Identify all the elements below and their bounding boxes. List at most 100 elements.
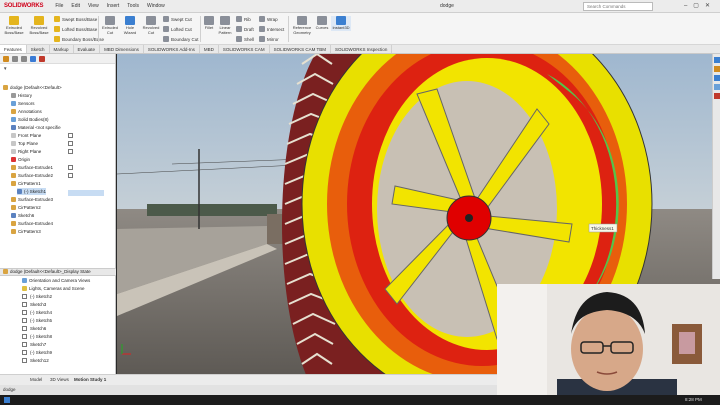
- tree-item-sketch7[interactable]: Sketch7: [30, 341, 46, 348]
- reference-geometry-button[interactable]: Reference Geometry: [290, 16, 314, 35]
- wrap-button[interactable]: Wrap: [259, 16, 278, 22]
- lofted-cut-button[interactable]: Lofted Cut: [163, 26, 192, 32]
- display-checkbox[interactable]: [22, 302, 27, 307]
- tree-item-material[interactable]: Material <not specifie: [11, 124, 61, 131]
- visibility-checkbox[interactable]: [68, 173, 73, 178]
- tree-item-cirpattern3[interactable]: CirPattern3: [11, 228, 41, 235]
- display-checkbox[interactable]: [22, 310, 27, 315]
- tab-model[interactable]: Model: [30, 377, 42, 382]
- boundary-boss-button[interactable]: Boundary Boss/Base: [54, 36, 104, 42]
- tree-item-sensors[interactable]: Sensors: [11, 100, 35, 107]
- view-palette-icon[interactable]: [714, 84, 720, 90]
- swept-cut-button[interactable]: Swept Cut: [163, 16, 192, 22]
- tab-cam-tbm[interactable]: SOLIDWORKS CAM TBM: [270, 45, 332, 53]
- display-checkbox[interactable]: [22, 334, 27, 339]
- tab-features[interactable]: Features: [0, 45, 27, 53]
- display-checkbox[interactable]: [22, 358, 27, 363]
- tab-inspection[interactable]: SOLIDWORKS Inspection: [331, 45, 393, 53]
- display-checkbox[interactable]: [22, 294, 27, 299]
- tab-motion-study[interactable]: Motion Study 1: [74, 377, 106, 382]
- rib-button[interactable]: Rib: [236, 16, 251, 22]
- curves-button[interactable]: Curves: [314, 16, 330, 31]
- display-checkbox[interactable]: [22, 318, 27, 323]
- tree-item-origin[interactable]: Origin: [11, 156, 30, 163]
- menu-insert[interactable]: Insert: [103, 3, 124, 9]
- tree-item-root[interactable]: dodge (Default<<Default>: [3, 84, 62, 91]
- display-tree-root[interactable]: dodge (Default<<Default>_Display State: [3, 268, 91, 275]
- tree-item-sketch12[interactable]: Sketch12: [30, 357, 49, 364]
- tab-markup[interactable]: Markup: [50, 45, 74, 53]
- design-library-icon[interactable]: [714, 66, 720, 72]
- display-checkbox[interactable]: [22, 342, 27, 347]
- search-commands-input[interactable]: Search Commands: [583, 2, 653, 11]
- tree-item-history[interactable]: History: [11, 92, 32, 99]
- tab-mbd[interactable]: MBD: [200, 45, 219, 53]
- menu-file[interactable]: File: [51, 3, 67, 9]
- tab-evaluate[interactable]: Evaluate: [74, 45, 101, 53]
- tree-item-annotations[interactable]: Annotations: [11, 108, 42, 115]
- visibility-checkbox[interactable]: [68, 165, 73, 170]
- display-manager-icon[interactable]: [39, 56, 45, 62]
- hole-wizard-button[interactable]: Hole Wizard: [120, 16, 140, 35]
- window-controls[interactable]: –▢✕: [684, 2, 716, 9]
- feature-tree-icon[interactable]: [3, 56, 9, 62]
- tree-item-surface-extrude1[interactable]: Surface-Extrude1: [11, 164, 53, 171]
- revolved-cut-button[interactable]: Revolved Cut: [140, 16, 162, 35]
- tree-item-sketch6[interactable]: Sketch6: [11, 212, 34, 219]
- tree-item-sketch5[interactable]: (-) Sketch5: [30, 317, 52, 324]
- tree-item-sketch1[interactable]: (-) Sketch1: [17, 188, 47, 195]
- visibility-checkbox[interactable]: [68, 149, 73, 154]
- menu-window[interactable]: Window: [143, 3, 169, 9]
- appearances-icon[interactable]: [714, 93, 720, 99]
- linear-pattern-button[interactable]: Linear Pattern: [216, 16, 234, 35]
- tree-item-top-plane[interactable]: Top Plane: [11, 140, 38, 147]
- configuration-icon[interactable]: [21, 56, 27, 62]
- tree-item-surface-extrude2[interactable]: Surface-Extrude2: [11, 172, 53, 179]
- tab-addins[interactable]: SOLIDWORKS Add-Ins: [144, 45, 200, 53]
- file-explorer-icon[interactable]: [714, 75, 720, 81]
- tree-item-lights[interactable]: Lights, Cameras and Scene: [22, 285, 85, 292]
- dimxpert-icon[interactable]: [30, 56, 36, 62]
- shell-button[interactable]: Shell: [236, 36, 254, 42]
- tree-item-orientation[interactable]: Orientation and Camera Views: [22, 277, 90, 284]
- tree-item-sketch8[interactable]: (-) Sketch8: [30, 333, 52, 340]
- lofted-boss-button[interactable]: Lofted Boss/Base: [54, 26, 97, 32]
- tree-item-solid-bodies[interactable]: Solid Bodies(8): [11, 116, 49, 123]
- display-checkbox[interactable]: [22, 326, 27, 331]
- menu-view[interactable]: View: [84, 3, 103, 9]
- menu-tools[interactable]: Tools: [123, 3, 143, 9]
- fillet-button[interactable]: Fillet: [202, 16, 216, 31]
- tab-mbd-dimensions[interactable]: MBD Dimensions: [100, 45, 144, 53]
- visibility-checkbox[interactable]: [68, 133, 73, 138]
- menu-edit[interactable]: Edit: [67, 3, 84, 9]
- draft-button[interactable]: Draft: [236, 26, 254, 32]
- tree-item-sketch3[interactable]: Sketch3: [30, 301, 46, 308]
- instant3d-button[interactable]: Instant3D: [331, 16, 351, 31]
- property-manager-icon[interactable]: [12, 56, 18, 62]
- intersect-button[interactable]: Intersect: [259, 26, 284, 32]
- swept-boss-button[interactable]: Swept Boss/Base: [54, 16, 97, 22]
- tree-item-right-plane[interactable]: Right Plane: [11, 148, 41, 155]
- tab-3d-views[interactable]: 3D Views: [50, 377, 69, 382]
- extruded-cut-button[interactable]: Extruded Cut: [100, 16, 120, 35]
- tree-item-sketch4[interactable]: (-) Sketch4: [30, 309, 52, 316]
- resources-icon[interactable]: [714, 57, 720, 63]
- mirror-button[interactable]: Mirror: [259, 36, 279, 42]
- revolved-boss-button[interactable]: Revolved Boss/Base: [27, 16, 51, 35]
- extruded-boss-button[interactable]: Extruded Boss/Base: [2, 16, 26, 35]
- boundary-cut-button[interactable]: Boundary Cut: [163, 36, 199, 42]
- tree-item-sketch2[interactable]: (-) Sketch2: [30, 293, 52, 300]
- tree-item-sketch6b[interactable]: Sketch6: [30, 325, 46, 332]
- tree-item-surface-extrude4[interactable]: Surface-Extrude4: [11, 220, 53, 227]
- start-icon[interactable]: [4, 397, 10, 403]
- tree-item-sketch9[interactable]: (-) Sketch9: [30, 349, 52, 356]
- visibility-checkbox[interactable]: [68, 141, 73, 146]
- tree-item-surface-extrude3[interactable]: Surface-Extrude3: [11, 196, 53, 203]
- tree-item-front-plane[interactable]: Front Plane: [11, 132, 41, 139]
- display-checkbox[interactable]: [22, 350, 27, 355]
- tree-item-cirpattern2[interactable]: CirPattern2: [11, 204, 41, 211]
- tree-item-cirpattern1[interactable]: CirPattern1: [11, 180, 41, 187]
- filter-icon[interactable]: ▼: [3, 65, 7, 72]
- tab-sketch[interactable]: Sketch: [27, 45, 50, 53]
- tab-cam[interactable]: SOLIDWORKS CAM: [219, 45, 270, 53]
